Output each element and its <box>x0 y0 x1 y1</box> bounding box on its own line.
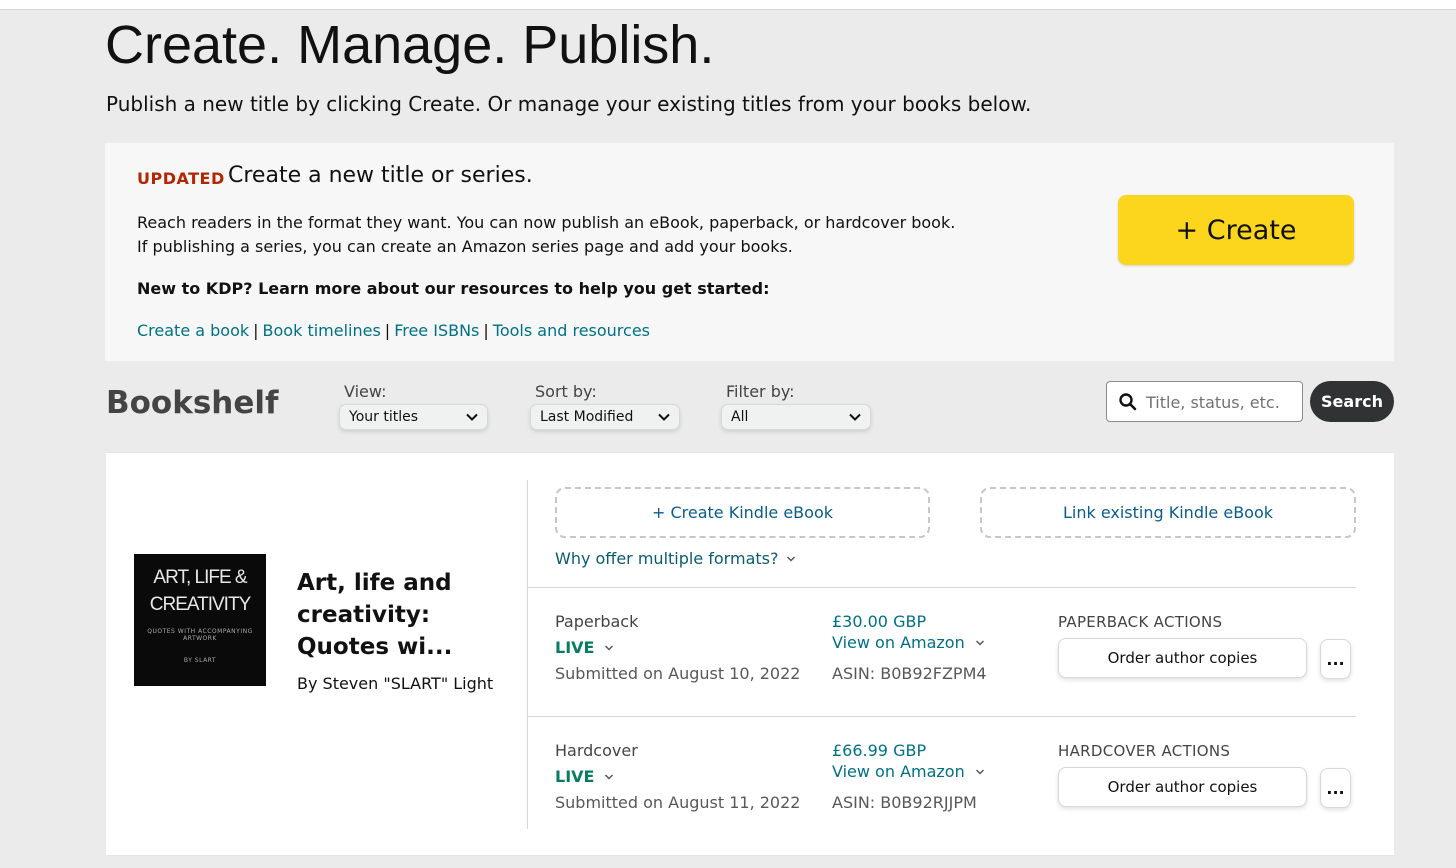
book-author: By Steven "SLART" Light <box>297 674 494 693</box>
chevron-down-icon <box>975 639 984 646</box>
book-cover[interactable]: ART, LIFE & CREATIVITY QUOTES WITH ACCOM… <box>134 554 266 686</box>
link-separator: | <box>483 321 489 340</box>
asin: ASIN: B0B92FZPM4 <box>832 664 987 683</box>
chevron-down-icon <box>605 773 614 780</box>
row-divider <box>528 716 1356 717</box>
actions-label: HARDCOVER ACTIONS <box>1058 742 1231 760</box>
sort-select[interactable]: Last Modified <box>530 404 680 430</box>
status-label: LIVE <box>555 767 595 786</box>
price-link[interactable]: £30.00 GBP <box>832 612 926 631</box>
book-timelines-link[interactable]: Book timelines <box>263 321 381 340</box>
format-name: Paperback <box>555 612 639 631</box>
sort-select-value: Last Modified <box>540 409 634 425</box>
search-placeholder: Title, status, etc. <box>1146 393 1280 412</box>
column-divider <box>527 480 528 829</box>
create-button[interactable]: + Create <box>1118 195 1354 265</box>
view-on-amazon-label: View on Amazon <box>832 762 965 781</box>
create-panel-description: Reach readers in the format they want. Y… <box>137 213 956 256</box>
free-isbns-link[interactable]: Free ISBNs <box>394 321 479 340</box>
book-title[interactable]: Art, life and creativity: Quotes wi... <box>297 567 477 663</box>
chevron-down-icon <box>605 644 614 651</box>
page-subtitle: Publish a new title by clicking Create. … <box>106 92 1032 116</box>
submitted-date: Submitted on August 10, 2022 <box>555 664 801 683</box>
search-input[interactable]: Title, status, etc. <box>1106 381 1303 422</box>
view-on-amazon-label: View on Amazon <box>832 633 965 652</box>
book-card: ART, LIFE & CREATIVITY QUOTES WITH ACCOM… <box>106 452 1394 856</box>
filter-select[interactable]: All <box>721 404 871 430</box>
why-multiple-formats-label: Why offer multiple formats? <box>555 549 779 568</box>
cover-text: CREATIVITY <box>149 594 252 615</box>
more-actions-button[interactable]: ... <box>1320 639 1351 679</box>
submitted-date: Submitted on August 11, 2022 <box>555 793 801 812</box>
actions-label: PAPERBACK ACTIONS <box>1058 613 1223 631</box>
resource-links: Create a book | Book timelines | Free ISBNs |… <box>137 321 650 340</box>
order-author-copies-button[interactable]: Order author copies <box>1058 767 1307 807</box>
status-label: LIVE <box>555 638 595 657</box>
view-on-amazon-link[interactable]: View on Amazon <box>832 633 985 652</box>
create-panel: UPDATED Create a new title or series. Re… <box>105 143 1394 361</box>
create-panel-title: Create a new title or series. <box>228 163 533 188</box>
chevron-down-icon <box>849 413 861 421</box>
chevron-down-icon <box>658 413 670 421</box>
create-a-book-link[interactable]: Create a book <box>137 321 249 340</box>
filter-select-value: All <box>731 409 749 425</box>
create-kindle-ebook-button[interactable]: + Create Kindle eBook <box>555 487 930 538</box>
tools-and-resources-link[interactable]: Tools and resources <box>493 321 650 340</box>
view-select-value: Your titles <box>349 409 419 425</box>
link-separator: | <box>253 321 259 340</box>
row-divider <box>528 587 1356 588</box>
chevron-down-icon <box>975 768 984 775</box>
status-badge[interactable]: LIVE <box>555 767 614 786</box>
chevron-down-icon <box>466 413 478 421</box>
format-name: Hardcover <box>555 741 638 760</box>
search-button[interactable]: Search <box>1310 381 1394 422</box>
order-author-copies-button[interactable]: Order author copies <box>1058 638 1307 678</box>
filter-label: Filter by: <box>726 382 795 401</box>
top-border <box>0 0 1456 10</box>
bookshelf-title: Bookshelf <box>106 385 279 421</box>
cover-text: QUOTES WITH ACCOMPANYING ARTWORK <box>147 628 253 642</box>
link-separator: | <box>384 321 391 340</box>
new-to-kdp-text: New to KDP? Learn more about our resourc… <box>137 279 770 298</box>
cover-text: ART, LIFE & <box>153 567 247 588</box>
page-title: Create. Manage. Publish. <box>105 15 715 75</box>
updated-badge: UPDATED <box>137 169 225 188</box>
price-link[interactable]: £66.99 GBP <box>832 741 926 760</box>
status-badge[interactable]: LIVE <box>555 638 614 657</box>
search-icon <box>1119 393 1137 411</box>
asin: ASIN: B0B92RJJPM <box>832 793 977 812</box>
more-actions-button[interactable]: ... <box>1320 768 1351 808</box>
view-label: View: <box>344 382 387 401</box>
why-multiple-formats-link[interactable]: Why offer multiple formats? <box>555 549 796 568</box>
link-existing-kindle-button[interactable]: Link existing Kindle eBook <box>980 487 1356 538</box>
cover-text: BY SLART <box>183 657 217 664</box>
view-on-amazon-link[interactable]: View on Amazon <box>832 762 985 781</box>
view-select[interactable]: Your titles <box>339 404 488 430</box>
sort-label: Sort by: <box>535 382 597 401</box>
chevron-down-icon <box>787 555 796 562</box>
